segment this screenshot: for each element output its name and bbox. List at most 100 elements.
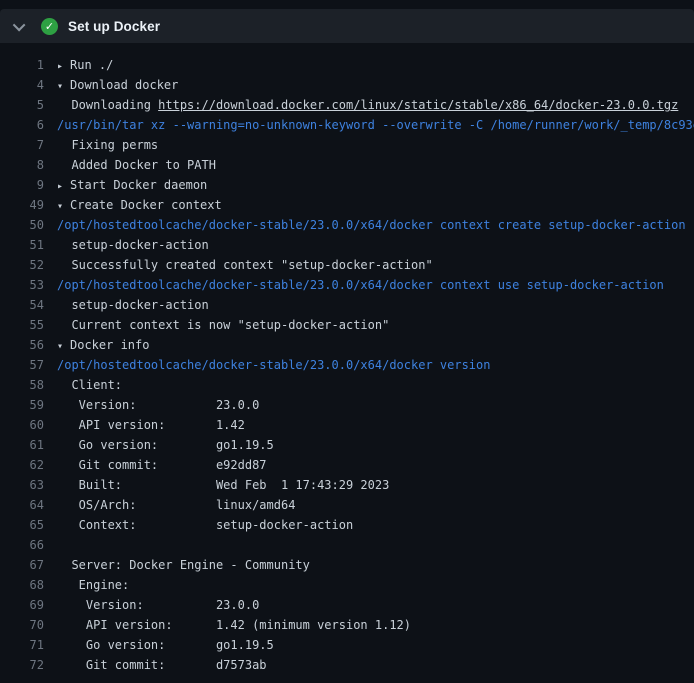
log-text: Create Docker context <box>70 198 222 212</box>
log-line: 68 Engine: <box>0 575 694 595</box>
line-content: Engine: <box>57 578 129 592</box>
log-text: setup-docker-action <box>57 238 209 252</box>
log-link[interactable]: https://download.docker.com/linux/static… <box>158 98 678 112</box>
log-line: 64 OS/Arch: linux/amd64 <box>0 495 694 515</box>
line-content: Successfully created context "setup-dock… <box>57 258 433 272</box>
line-content: Go version: go1.19.5 <box>57 638 274 652</box>
log-text: Docker info <box>70 338 149 352</box>
log-line: 69 Version: 23.0.0 <box>0 595 694 615</box>
line-number[interactable]: 51 <box>0 235 44 255</box>
line-number[interactable]: 4 <box>0 75 44 95</box>
log-text: Git commit: d7573ab <box>57 658 267 672</box>
line-number[interactable]: 55 <box>0 315 44 335</box>
log-text: Current context is now "setup-docker-act… <box>57 318 389 332</box>
line-content: API version: 1.42 (minimum version 1.12) <box>57 618 411 632</box>
log-group-header[interactable]: 1▸Run ./ <box>0 55 694 75</box>
line-number[interactable]: 67 <box>0 555 44 575</box>
log-text: Fixing perms <box>57 138 158 152</box>
log-line: 6/usr/bin/tar xz --warning=no-unknown-ke… <box>0 115 694 135</box>
line-number[interactable]: 57 <box>0 355 44 375</box>
triangle-down-icon: ▾ <box>57 77 70 95</box>
log-text: API version: 1.42 (minimum version 1.12) <box>57 618 411 632</box>
log-text: API version: 1.42 <box>57 418 245 432</box>
log-line: 60 API version: 1.42 <box>0 415 694 435</box>
line-number[interactable]: 59 <box>0 395 44 415</box>
line-number[interactable]: 61 <box>0 435 44 455</box>
log-line: 66 <box>0 535 694 555</box>
line-number[interactable]: 49 <box>0 195 44 215</box>
line-number[interactable]: 68 <box>0 575 44 595</box>
log-lines: 1▸Run ./4▾Download docker5 Downloading h… <box>0 43 694 675</box>
log-line: 67 Server: Docker Engine - Community <box>0 555 694 575</box>
line-content: Fixing perms <box>57 138 158 152</box>
log-text: Download docker <box>70 78 178 92</box>
step-header[interactable]: ✓ Set up Docker <box>0 9 694 43</box>
line-number[interactable]: 7 <box>0 135 44 155</box>
line-content: Version: 23.0.0 <box>57 598 259 612</box>
chevron-down-icon[interactable] <box>13 18 26 31</box>
log-line: 65 Context: setup-docker-action <box>0 515 694 535</box>
log-text: Start Docker daemon <box>70 178 207 192</box>
log-line: 71 Go version: go1.19.5 <box>0 635 694 655</box>
line-number[interactable]: 66 <box>0 535 44 555</box>
step-title: Set up Docker <box>68 19 160 34</box>
log-line: 7 Fixing perms <box>0 135 694 155</box>
log-text: Version: 23.0.0 <box>57 398 259 412</box>
line-number[interactable]: 50 <box>0 215 44 235</box>
log-text: setup-docker-action <box>57 298 209 312</box>
line-number[interactable]: 53 <box>0 275 44 295</box>
line-content: Added Docker to PATH <box>57 158 216 172</box>
line-number[interactable]: 69 <box>0 595 44 615</box>
log-line: 55 Current context is now "setup-docker-… <box>0 315 694 335</box>
log-group-header[interactable]: 4 ▾Download docker <box>0 75 694 95</box>
line-number[interactable]: 1 <box>0 55 44 75</box>
line-number[interactable]: 8 <box>0 155 44 175</box>
line-content: ▾Create Docker context <box>57 198 222 212</box>
log-text: Built: Wed Feb 1 17:43:29 2023 <box>57 478 389 492</box>
line-number[interactable]: 58 <box>0 375 44 395</box>
line-number[interactable]: 62 <box>0 455 44 475</box>
line-number[interactable]: 71 <box>0 635 44 655</box>
log-line: 52 Successfully created context "setup-d… <box>0 255 694 275</box>
log-text: Server: Docker Engine - Community <box>57 558 310 572</box>
log-line: 70 API version: 1.42 (minimum version 1.… <box>0 615 694 635</box>
log-line: 62 Git commit: e92dd87 <box>0 455 694 475</box>
line-number[interactable]: 54 <box>0 295 44 315</box>
log-line: 63 Built: Wed Feb 1 17:43:29 2023 <box>0 475 694 495</box>
line-content: Built: Wed Feb 1 17:43:29 2023 <box>57 478 389 492</box>
line-content: Downloading https://download.docker.com/… <box>57 98 678 112</box>
line-number[interactable]: 56 <box>0 335 44 355</box>
line-number[interactable]: 5 <box>0 95 44 115</box>
log-text: Go version: go1.19.5 <box>57 438 274 452</box>
log-text: Run ./ <box>70 58 113 72</box>
line-number[interactable]: 70 <box>0 615 44 635</box>
line-content: Git commit: d7573ab <box>57 658 267 672</box>
line-number[interactable]: 52 <box>0 255 44 275</box>
log-text: Context: setup-docker-action <box>57 518 353 532</box>
log-line: 5 Downloading https://download.docker.co… <box>0 95 694 115</box>
line-content: Current context is now "setup-docker-act… <box>57 318 389 332</box>
log-group-header[interactable]: 9 ▸Start Docker daemon <box>0 175 694 195</box>
line-number[interactable]: 72 <box>0 655 44 675</box>
log-text: Go version: go1.19.5 <box>57 638 274 652</box>
triangle-right-icon: ▸ <box>57 177 70 195</box>
line-content: OS/Arch: linux/amd64 <box>57 498 295 512</box>
line-number[interactable]: 6 <box>0 115 44 135</box>
log-text: Added Docker to PATH <box>57 158 216 172</box>
line-number[interactable]: 63 <box>0 475 44 495</box>
line-number[interactable]: 9 <box>0 175 44 195</box>
log-line: 58 Client: <box>0 375 694 395</box>
line-content: /opt/hostedtoolcache/docker-stable/23.0.… <box>57 358 490 372</box>
line-number[interactable]: 60 <box>0 415 44 435</box>
log-group-header[interactable]: 56▾Docker info <box>0 335 694 355</box>
line-content: Go version: go1.19.5 <box>57 438 274 452</box>
triangle-down-icon: ▾ <box>57 197 70 215</box>
line-content: Version: 23.0.0 <box>57 398 259 412</box>
command-text: /opt/hostedtoolcache/docker-stable/23.0.… <box>57 278 664 292</box>
log-group-header[interactable]: 49 ▾Create Docker context <box>0 195 694 215</box>
line-number[interactable]: 64 <box>0 495 44 515</box>
command-text: /opt/hostedtoolcache/docker-stable/23.0.… <box>57 358 490 372</box>
log-line: 61 Go version: go1.19.5 <box>0 435 694 455</box>
line-number[interactable]: 65 <box>0 515 44 535</box>
log-line: 51 setup-docker-action <box>0 235 694 255</box>
